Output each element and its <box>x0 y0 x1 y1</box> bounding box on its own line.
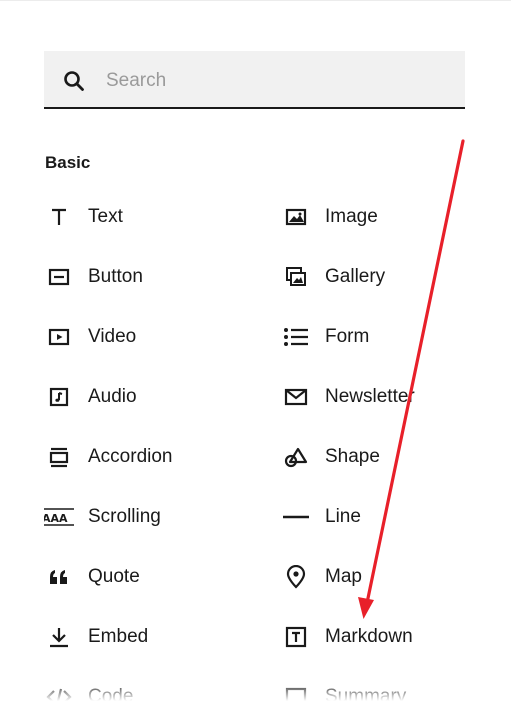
summary-icon <box>281 682 311 701</box>
block-item-label: Form <box>325 326 370 347</box>
block-item-line[interactable]: Line <box>281 497 481 537</box>
block-item-label: Image <box>325 206 378 227</box>
section-title-basic: Basic <box>45 153 91 172</box>
search-input[interactable] <box>104 61 448 101</box>
block-item-video[interactable]: Video <box>44 317 244 357</box>
block-item-label: Quote <box>88 566 140 587</box>
shape-icon <box>281 442 311 472</box>
svg-text:AAA: AAA <box>44 512 68 525</box>
block-item-label: Code <box>88 686 134 701</box>
block-item-button[interactable]: Button <box>44 257 244 297</box>
search-bar[interactable] <box>44 51 465 109</box>
block-item-label: Summary <box>325 686 407 701</box>
envelope-icon <box>281 382 311 412</box>
text-icon <box>44 202 74 232</box>
embed-icon <box>44 622 74 652</box>
block-item-markdown[interactable]: Markdown <box>281 617 481 657</box>
form-icon <box>281 322 311 352</box>
block-item-image[interactable]: Image <box>281 197 481 237</box>
block-item-label: Text <box>88 206 123 227</box>
block-item-summary[interactable]: Summary <box>281 677 481 701</box>
block-item-label: Newsletter <box>325 386 415 407</box>
block-item-label: Scrolling <box>88 506 161 527</box>
block-item-label: Shape <box>325 446 380 467</box>
audio-icon <box>44 382 74 412</box>
block-item-gallery[interactable]: Gallery <box>281 257 481 297</box>
quote-icon <box>44 562 74 592</box>
block-picker-panel: Basic Text Button Video Audio Accordion … <box>0 0 511 701</box>
block-item-quote[interactable]: Quote <box>44 557 244 597</box>
block-item-label: Line <box>325 506 361 527</box>
scrolling-icon: AAA <box>44 502 74 532</box>
block-item-label: Embed <box>88 626 149 647</box>
block-item-label: Map <box>325 566 362 587</box>
block-item-embed[interactable]: Embed <box>44 617 244 657</box>
accordion-icon <box>44 442 74 472</box>
block-item-label: Button <box>88 266 143 287</box>
markdown-icon <box>281 622 311 652</box>
block-item-label: Accordion <box>88 446 173 467</box>
block-item-scrolling[interactable]: AAA Scrolling <box>44 497 244 537</box>
block-item-newsletter[interactable]: Newsletter <box>281 377 481 417</box>
map-pin-icon <box>281 562 311 592</box>
video-icon <box>44 322 74 352</box>
block-item-code[interactable]: Code <box>44 677 244 701</box>
block-item-map[interactable]: Map <box>281 557 481 597</box>
gallery-icon <box>281 262 311 292</box>
block-item-label: Gallery <box>325 266 386 287</box>
code-icon <box>44 682 74 701</box>
block-item-form[interactable]: Form <box>281 317 481 357</box>
block-item-accordion[interactable]: Accordion <box>44 437 244 477</box>
block-item-audio[interactable]: Audio <box>44 377 244 417</box>
block-item-label: Markdown <box>325 626 413 647</box>
block-item-label: Video <box>88 326 137 347</box>
block-item-label: Audio <box>88 386 137 407</box>
search-icon <box>64 71 84 91</box>
block-item-shape[interactable]: Shape <box>281 437 481 477</box>
button-icon <box>44 262 74 292</box>
image-icon <box>281 202 311 232</box>
line-icon <box>281 502 311 532</box>
block-item-text[interactable]: Text <box>44 197 244 237</box>
